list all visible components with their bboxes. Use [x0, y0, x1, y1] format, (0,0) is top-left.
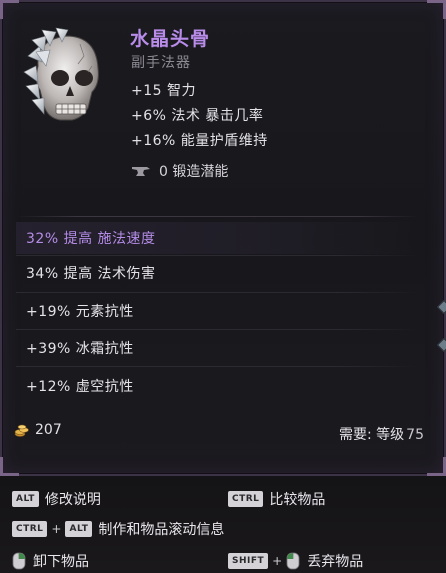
frame-corner	[427, 457, 446, 476]
affix-row: 34% 提高 法术伤害	[26, 266, 156, 282]
hint-label: 制作和物品滚动信息	[98, 522, 225, 538]
gold-amount: 207	[35, 422, 62, 438]
section-divider	[16, 216, 418, 217]
requirement-label: 需要: 等级	[339, 427, 405, 443]
forging-potential: 0 锻造潜能	[131, 160, 228, 182]
forging-potential-value: 0 锻造潜能	[159, 164, 229, 180]
shift-key: SHIFT	[228, 553, 269, 569]
affix-row: 32% 提高 施法速度	[16, 222, 418, 254]
hint-ctrl-alt: CTRL + ALT 制作和物品滚动信息	[12, 518, 224, 540]
affix-row: +39% 冰霜抗性	[26, 341, 134, 357]
frame-gem-icon	[436, 299, 446, 315]
requirement-level: 75	[406, 427, 424, 443]
item-type: 副手法器	[131, 55, 191, 71]
plus-sign: +	[272, 554, 283, 568]
hint-label: 丢弃物品	[307, 554, 364, 570]
hotkey-hints: ALT 修改说明 CTRL 比较物品 CTRL + ALT 制作和物品滚动信息 …	[0, 476, 446, 573]
affix-row: +19% 元素抗性	[26, 304, 134, 320]
hint-label: 修改说明	[44, 492, 101, 508]
implicit-stat: +6% 法术 暴击几率	[131, 108, 264, 124]
level-requirement: 需要: 等级 75	[339, 424, 424, 444]
hint-unequip: 卸下物品	[12, 550, 89, 572]
frame-corner	[0, 457, 19, 476]
hint-alt: ALT 修改说明	[12, 488, 101, 510]
gold-coins-icon	[14, 424, 29, 437]
item-name: 水晶头骨	[130, 28, 211, 50]
item-header: 水晶头骨 副手法器 +15 智力 +6% 法术 暴击几率 +16% 能量护盾维持…	[2, 2, 446, 202]
hint-ctrl: CTRL 比较物品	[228, 488, 325, 510]
ctrl-key: CTRL	[228, 491, 264, 507]
affix-divider	[16, 292, 418, 293]
implicit-stat: +15 智力	[131, 83, 196, 99]
affix-divider	[16, 329, 418, 330]
affix-divider	[16, 255, 418, 256]
crystal-skull-icon	[23, 27, 99, 121]
ctrl-key: CTRL	[12, 521, 48, 537]
item-tooltip: 水晶头骨 副手法器 +15 智力 +6% 法术 暴击几率 +16% 能量护盾维持…	[0, 0, 446, 476]
frame-gem-icon	[436, 337, 446, 353]
plus-sign: +	[51, 522, 62, 536]
gold-value: 207	[14, 422, 62, 438]
mouse-right-click-icon	[12, 552, 26, 570]
hint-drop: SHIFT + 丢弃物品	[228, 550, 363, 572]
implicit-stat: +16% 能量护盾维持	[131, 133, 268, 149]
hint-label: 比较物品	[269, 492, 326, 508]
affix-row: +12% 虚空抗性	[26, 379, 134, 395]
mouse-left-click-icon	[286, 552, 300, 570]
alt-key: ALT	[65, 521, 93, 537]
tooltip-footer: 207 需要: 等级 75	[2, 420, 446, 444]
anvil-icon	[132, 167, 150, 176]
alt-key: ALT	[12, 491, 39, 507]
hint-label: 卸下物品	[33, 554, 89, 570]
affix-divider	[16, 366, 418, 367]
